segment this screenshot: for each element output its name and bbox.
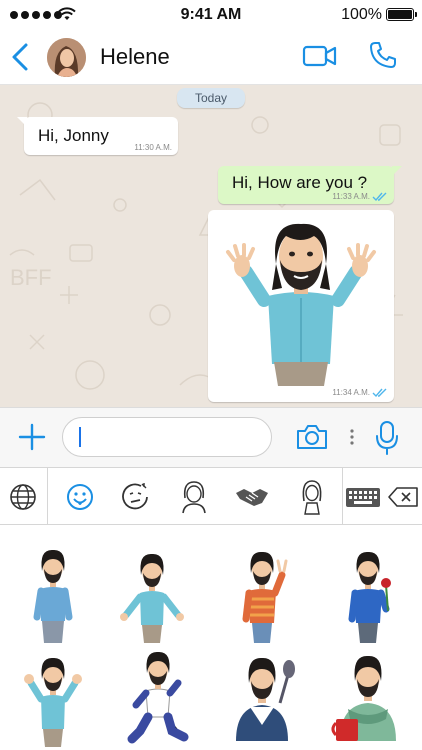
- outgoing-sticker-message[interactable]: 11:34 A.M.: [208, 210, 394, 402]
- sticker-man-with-spoon[interactable]: [222, 645, 302, 745]
- sticker-man-holding-rose[interactable]: [328, 545, 408, 645]
- girl-avatar-icon: [302, 479, 322, 515]
- avatar[interactable]: [47, 38, 86, 77]
- tab-globe[interactable]: [0, 468, 46, 525]
- globe-icon: [10, 483, 36, 510]
- tab-girl-avatar[interactable]: [284, 468, 340, 525]
- sticker-man-shrugging[interactable]: [112, 545, 192, 645]
- message-input[interactable]: [62, 417, 272, 457]
- status-bar: 9:41 AM 100%: [0, 0, 422, 30]
- svg-text:BFF: BFF: [10, 265, 52, 290]
- tab-keyboard[interactable]: [343, 468, 383, 525]
- incoming-message[interactable]: Hi, Jonny 11:30 A.M.: [17, 117, 178, 155]
- message-text: Hi, Jonny: [38, 126, 109, 145]
- phone-icon[interactable]: [368, 40, 398, 70]
- tab-backspace[interactable]: [383, 468, 422, 525]
- chat-header: Helene: [0, 30, 422, 85]
- more-dots-icon[interactable]: [349, 428, 355, 446]
- chat-area[interactable]: BFF Today Hi, Jonny 11:30 A.M. Hi, How a…: [0, 85, 422, 407]
- backspace-icon: [387, 486, 418, 507]
- contact-name[interactable]: Helene: [100, 44, 170, 70]
- outgoing-message[interactable]: Hi, How are you ? 11:33 A.M.: [218, 166, 402, 204]
- sticker-man-with-coffee-mug[interactable]: [328, 645, 408, 745]
- message-time: 11:30 A.M.: [134, 143, 172, 152]
- battery-icon: [386, 8, 417, 21]
- woman-avatar-icon: [182, 480, 206, 513]
- keyboard-icon: [346, 487, 380, 507]
- sticker-man-waving-both-hands[interactable]: [13, 647, 93, 747]
- plus-icon[interactable]: [18, 423, 46, 451]
- thinking-face-icon: [122, 482, 148, 509]
- sticker-man-peace-sign[interactable]: [222, 545, 302, 645]
- microphone-icon[interactable]: [374, 420, 400, 456]
- date-separator: Today: [177, 88, 245, 108]
- sticker-keyboard-tabs: [0, 467, 422, 525]
- video-camera-icon[interactable]: [302, 43, 338, 69]
- battery-percent: 100%: [341, 6, 382, 23]
- text-cursor: [79, 427, 81, 447]
- tab-smiley[interactable]: [52, 468, 108, 525]
- handshake-icon: [236, 488, 268, 506]
- read-receipt-icon: [372, 192, 387, 202]
- sticker-man-standing[interactable]: [13, 545, 93, 645]
- sticker-man-dancing[interactable]: [118, 647, 198, 747]
- tab-thinking[interactable]: [108, 468, 164, 525]
- read-receipt-icon: [372, 388, 387, 398]
- sticker-man-waving-icon: [226, 223, 376, 386]
- tab-woman-avatar[interactable]: [166, 468, 222, 525]
- message-text: Hi, How are you ?: [232, 173, 368, 192]
- tab-handshake[interactable]: [224, 468, 280, 525]
- message-time: 11:34 A.M.: [332, 388, 370, 397]
- sticker-grid: [0, 525, 422, 750]
- camera-icon[interactable]: [295, 423, 329, 451]
- chevron-left-icon[interactable]: [10, 42, 30, 72]
- message-input-bar: [0, 407, 422, 467]
- smiley-icon: [67, 483, 93, 510]
- message-time: 11:33 A.M.: [332, 192, 370, 201]
